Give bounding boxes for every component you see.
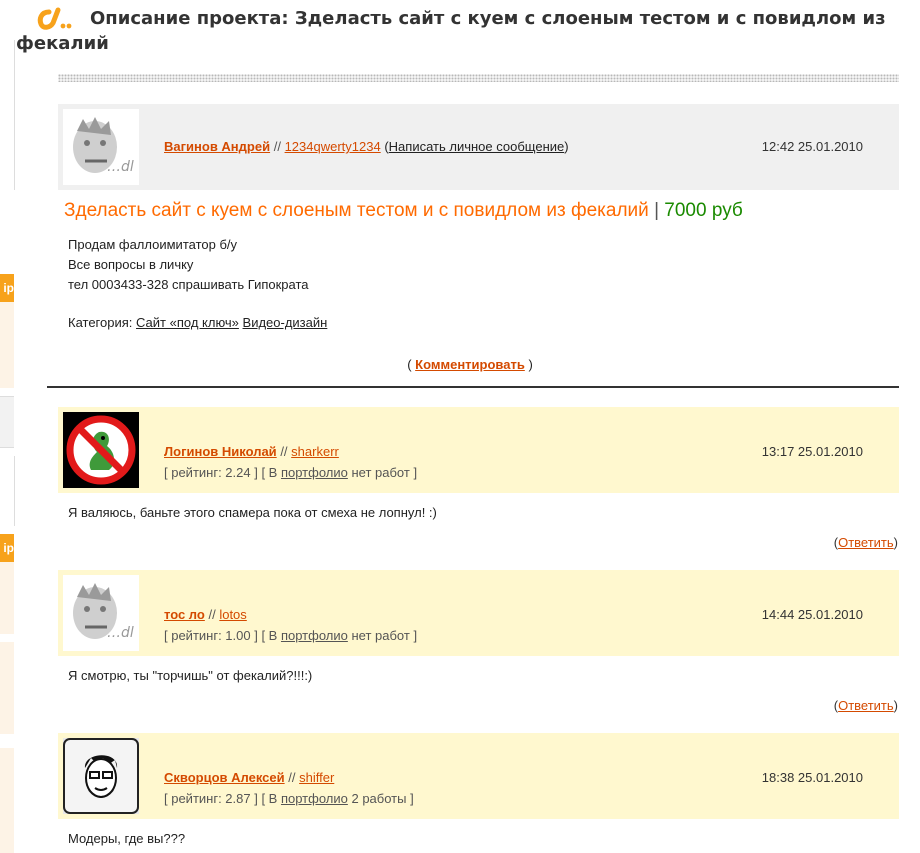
comment-header: Логинов Николай // sharkerr [ рейтинг: 2… — [58, 407, 899, 493]
default-avatar-icon: …dl — [63, 109, 139, 185]
comment-time: 13:17 25.01.2010 — [761, 444, 863, 459]
comment-text: Я смотрю, ты "торчишь" от фекалий?!!!:) — [68, 668, 313, 683]
rating-suffix: нет работ ] — [351, 465, 418, 480]
commenter-rating: [ рейтинг: 1.00 ] [ В портфолио нет рабо… — [164, 628, 417, 643]
reply-close: ) — [893, 698, 898, 713]
description-line: Все вопросы в личку — [68, 257, 194, 272]
commenter-rating: [ рейтинг: 2.87 ] [ В портфолио 2 работы… — [164, 791, 414, 806]
project-category: Категория: Сайт «под ключ» Видео-дизайн — [68, 315, 327, 330]
project-author-box: …dl Вагинов Андрей // 1234qwerty1234 (На… — [58, 104, 899, 190]
commenter-rating: [ рейтинг: 2.24 ] [ В портфолио нет рабо… — [164, 465, 417, 480]
reply-button[interactable]: Ответить — [838, 535, 894, 550]
comment-time: 14:44 25.01.2010 — [761, 607, 863, 622]
commenter-name-link[interactable]: Скворцов Алексей — [164, 770, 285, 785]
separator: // — [280, 444, 288, 459]
comment-text: Я валяюсь, баньте этого спамера пока от … — [68, 505, 437, 520]
comment-text: Модеры, где вы??? — [68, 831, 186, 846]
cta-open: ( — [407, 357, 412, 372]
portfolio-link[interactable]: портфолио — [281, 628, 348, 643]
pm-close: ) — [564, 139, 569, 154]
sidebar-edge — [0, 456, 15, 526]
comments-divider — [47, 386, 899, 388]
author-name-link[interactable]: Вагинов Андрей — [164, 139, 270, 154]
commenter-meta: Скворцов Алексей // shiffer — [164, 770, 334, 785]
separator: // — [273, 139, 281, 154]
portfolio-link[interactable]: портфолио — [281, 791, 348, 806]
category-label: Категория: — [68, 315, 133, 330]
reply-button[interactable]: Ответить — [838, 698, 894, 713]
commenter-name-link[interactable]: Логинов Николай — [164, 444, 277, 459]
title-separator: | — [654, 200, 660, 221]
project-price: 7000 руб — [664, 200, 743, 221]
comment-button[interactable]: Комментировать — [415, 357, 525, 372]
sidebar-tab-2[interactable]: ip — [0, 534, 14, 562]
commenter-login-link[interactable]: lotos — [219, 607, 246, 622]
comment-header: …dl тос ло // lotos [ рейтинг: 1.00 ] [ … — [58, 570, 899, 656]
svg-text:…dl: …dl — [107, 625, 134, 641]
sidebar-block — [0, 396, 14, 448]
commenter-login-link[interactable]: sharkerr — [291, 444, 339, 459]
rating-prefix: [ рейтинг: 1.00 ] [ В — [164, 628, 278, 643]
separator: // — [208, 607, 216, 622]
project-name: Зделасть сайт с куем с слоеным тестом и … — [64, 200, 649, 221]
category-link-turnkey[interactable]: Сайт «под ключ» — [136, 315, 239, 330]
commenter-avatar[interactable]: …dl — [63, 575, 139, 651]
sidebar-panel — [0, 748, 14, 853]
category-link-video[interactable]: Видео-дизайн — [243, 315, 328, 330]
post-time: 12:42 25.01.2010 — [761, 139, 863, 154]
reply-close: ) — [893, 535, 898, 550]
svg-text:…dl: …dl — [107, 159, 134, 175]
author-avatar[interactable]: …dl — [63, 109, 139, 185]
sidebar-tab-label: ip — [3, 541, 14, 555]
comment-action: ( Комментировать ) — [0, 357, 920, 372]
project-description: Продам фаллоимитатор б/у Все вопросы в л… — [68, 235, 309, 295]
portfolio-link[interactable]: портфолио — [281, 465, 348, 480]
sketch-face-avatar-icon — [63, 738, 139, 814]
rating-prefix: [ рейтинг: 2.24 ] [ В — [164, 465, 278, 480]
project-heading: Зделасть сайт с куем с слоеным тестом и … — [64, 200, 743, 222]
separator: // — [288, 770, 296, 785]
sidebar-tab-label: ip — [3, 281, 14, 295]
commenter-avatar[interactable] — [63, 738, 139, 814]
default-avatar-icon: …dl — [63, 575, 139, 651]
commenter-name-link[interactable]: тос ло — [164, 607, 205, 622]
comment-time: 18:38 25.01.2010 — [761, 770, 863, 785]
private-message-link[interactable]: Написать личное сообщение — [389, 139, 565, 154]
commenter-avatar[interactable] — [63, 412, 139, 488]
description-line: тел 0003433-328 спрашивать Гипократа — [68, 277, 309, 292]
author-meta: Вагинов Андрей // 1234qwerty1234 (Написа… — [164, 139, 569, 154]
dotted-separator — [58, 74, 899, 82]
sidebar-panel — [0, 562, 14, 634]
comment-header: Скворцов Алексей // shiffer [ рейтинг: 2… — [58, 733, 899, 819]
page-title: Описание проекта: Зделасть сайт с куем с… — [16, 8, 886, 54]
sidebar-tab-1[interactable]: ip — [0, 274, 14, 302]
page-header: Описание проекта: Зделасть сайт с куем с… — [16, 6, 916, 56]
no-dino-avatar-icon — [63, 412, 139, 488]
author-login-link[interactable]: 1234qwerty1234 — [285, 139, 381, 154]
rating-suffix: нет работ ] — [351, 628, 418, 643]
dl-logo-icon — [37, 7, 72, 30]
commenter-login-link[interactable]: shiffer — [299, 770, 334, 785]
reply-action: (Ответить) — [834, 535, 898, 550]
cta-close: ) — [528, 357, 533, 372]
sidebar-panel — [0, 302, 14, 388]
commenter-meta: Логинов Николай // sharkerr — [164, 444, 339, 459]
reply-action: (Ответить) — [834, 698, 898, 713]
commenter-meta: тос ло // lotos — [164, 607, 247, 622]
rating-prefix: [ рейтинг: 2.87 ] [ В — [164, 791, 278, 806]
description-line: Продам фаллоимитатор б/у — [68, 237, 238, 252]
rating-suffix: 2 работы ] — [351, 791, 414, 806]
sidebar-panel — [0, 642, 14, 734]
sidebar-edge — [0, 40, 15, 190]
